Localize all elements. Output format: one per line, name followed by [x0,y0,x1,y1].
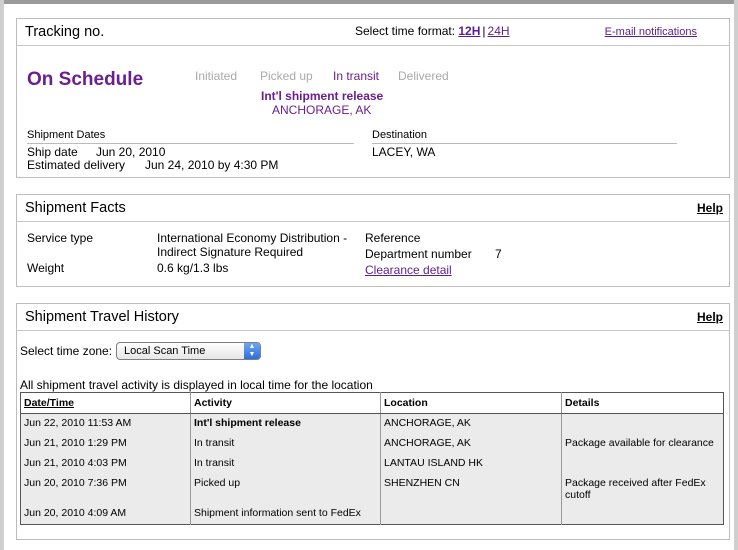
step-delivered: Delivered [398,69,449,83]
step-initiated: Initiated [195,69,238,83]
service-type-line2: Indirect Signature Required [157,245,304,259]
shipment-status: On Schedule [27,69,144,90]
column-header-location: Location [380,392,562,414]
row-location: ANCHORAGE, AK [380,413,562,434]
time-zone-label: Select time zone: [20,344,113,358]
time-format-separator: | [482,24,486,38]
row-location: LANTAU ISLAND HK [380,454,562,474]
weight-label: Weight [27,261,65,275]
estimated-delivery-value: Jun 24, 2010 by 4:30 PM [145,158,279,172]
row-activity: Int'l shipment release [190,413,381,434]
shipment-facts-help-link[interactable]: Help [697,201,723,215]
row-datetime: Jun 21, 2010 1:29 PM [20,434,191,454]
row-details: Package received after FedEx cutoff [561,474,724,504]
table-row: Jun 20, 2010 4:09 AM Shipment informatio… [20,504,724,525]
step-picked-up: Picked up [260,69,313,83]
column-header-activity: Activity [190,392,381,414]
latest-event-location: ANCHORAGE, AK [272,103,372,117]
time-format-selector: Select time format: 12H | 24H [355,24,510,38]
table-row: Jun 21, 2010 4:03 PM In transit LANTAU I… [20,454,724,474]
tracking-title: Tracking no. [25,24,105,40]
travel-history-header: Shipment Travel History Help [17,304,729,331]
destination-label: Destination [372,129,428,141]
shipment-facts-title: Shipment Facts [25,200,126,216]
travel-history-title: Shipment Travel History [25,309,179,325]
weight-value: 0.6 kg/1.3 lbs [157,261,229,275]
left-window-edge [0,0,4,550]
row-activity: In transit [190,434,381,454]
row-details: Package available for clearance [561,434,724,454]
shipment-facts-panel: Shipment Facts Help Service type Interna… [16,194,730,287]
row-activity: Picked up [190,474,381,504]
row-datetime: Jun 22, 2010 11:53 AM [20,413,191,434]
time-zone-note: All shipment travel activity is displaye… [20,378,373,392]
shipment-facts-header: Shipment Facts Help [17,195,729,222]
row-datetime: Jun 20, 2010 4:09 AM [20,504,191,525]
select-arrows-icon: ▲ ▼ [244,343,260,359]
row-datetime: Jun 20, 2010 7:36 PM [20,474,191,504]
time-format-24h-link[interactable]: 24H [488,24,510,38]
ship-date-label: Ship date [27,145,78,159]
row-activity: Shipment information sent to FedEx [190,504,381,525]
time-zone-selected-value: Local Scan Time [124,345,206,357]
department-number-label: Department number [365,247,472,261]
row-details [561,504,724,525]
destination-value: LACEY, WA [372,145,436,159]
row-activity: In transit [190,454,381,474]
time-format-12h-link[interactable]: 12H [458,24,480,38]
email-notifications-link[interactable]: E-mail notifications [605,26,697,38]
top-window-edge [0,0,738,4]
time-format-label: Select time format: [355,24,456,38]
latest-event: Int'l shipment release [261,89,384,103]
table-row: Jun 20, 2010 7:36 PM Picked up SHENZHEN … [20,474,724,504]
service-type-label: Service type [27,231,94,245]
travel-history-help-link[interactable]: Help [697,310,723,324]
ship-date-value: Jun 20, 2010 [96,145,166,159]
shipment-dates-label: Shipment Dates [27,129,106,141]
tracking-header: Tracking no. Select time format: 12H | 24H… [17,19,729,46]
estimated-delivery-label: Estimated delivery [27,158,126,172]
travel-history-panel: Shipment Travel History Help Select time… [16,303,730,540]
step-in-transit: In transit [333,69,380,83]
travel-history-table: Date/Time Activity Location Details Jun … [20,392,724,525]
row-details [561,454,724,474]
right-window-edge [734,0,738,550]
table-header-row: Date/Time Activity Location Details [20,392,724,414]
row-details [561,413,724,434]
row-location: SHENZHEN CN [380,474,562,504]
row-location [380,504,562,525]
row-datetime: Jun 21, 2010 4:03 PM [20,454,191,474]
time-zone-select[interactable]: Local Scan Time ▲ ▼ [116,342,261,360]
service-type-line1: International Economy Distribution - [157,231,348,245]
shipment-dates-divider [27,143,354,144]
table-row: Jun 21, 2010 1:29 PM In transit ANCHORAG… [20,434,724,454]
clearance-detail-link[interactable]: Clearance detail [365,263,452,277]
department-number-value: 7 [495,247,502,261]
column-header-details: Details [561,392,724,414]
table-row: Jun 22, 2010 11:53 AM Int'l shipment rel… [20,413,724,434]
reference-label: Reference [365,231,421,245]
column-header-datetime: Date/Time [20,392,191,414]
destination-divider [372,143,677,144]
tracking-panel: Tracking no. Select time format: 12H | 24H… [16,18,730,178]
row-location: ANCHORAGE, AK [380,434,562,454]
